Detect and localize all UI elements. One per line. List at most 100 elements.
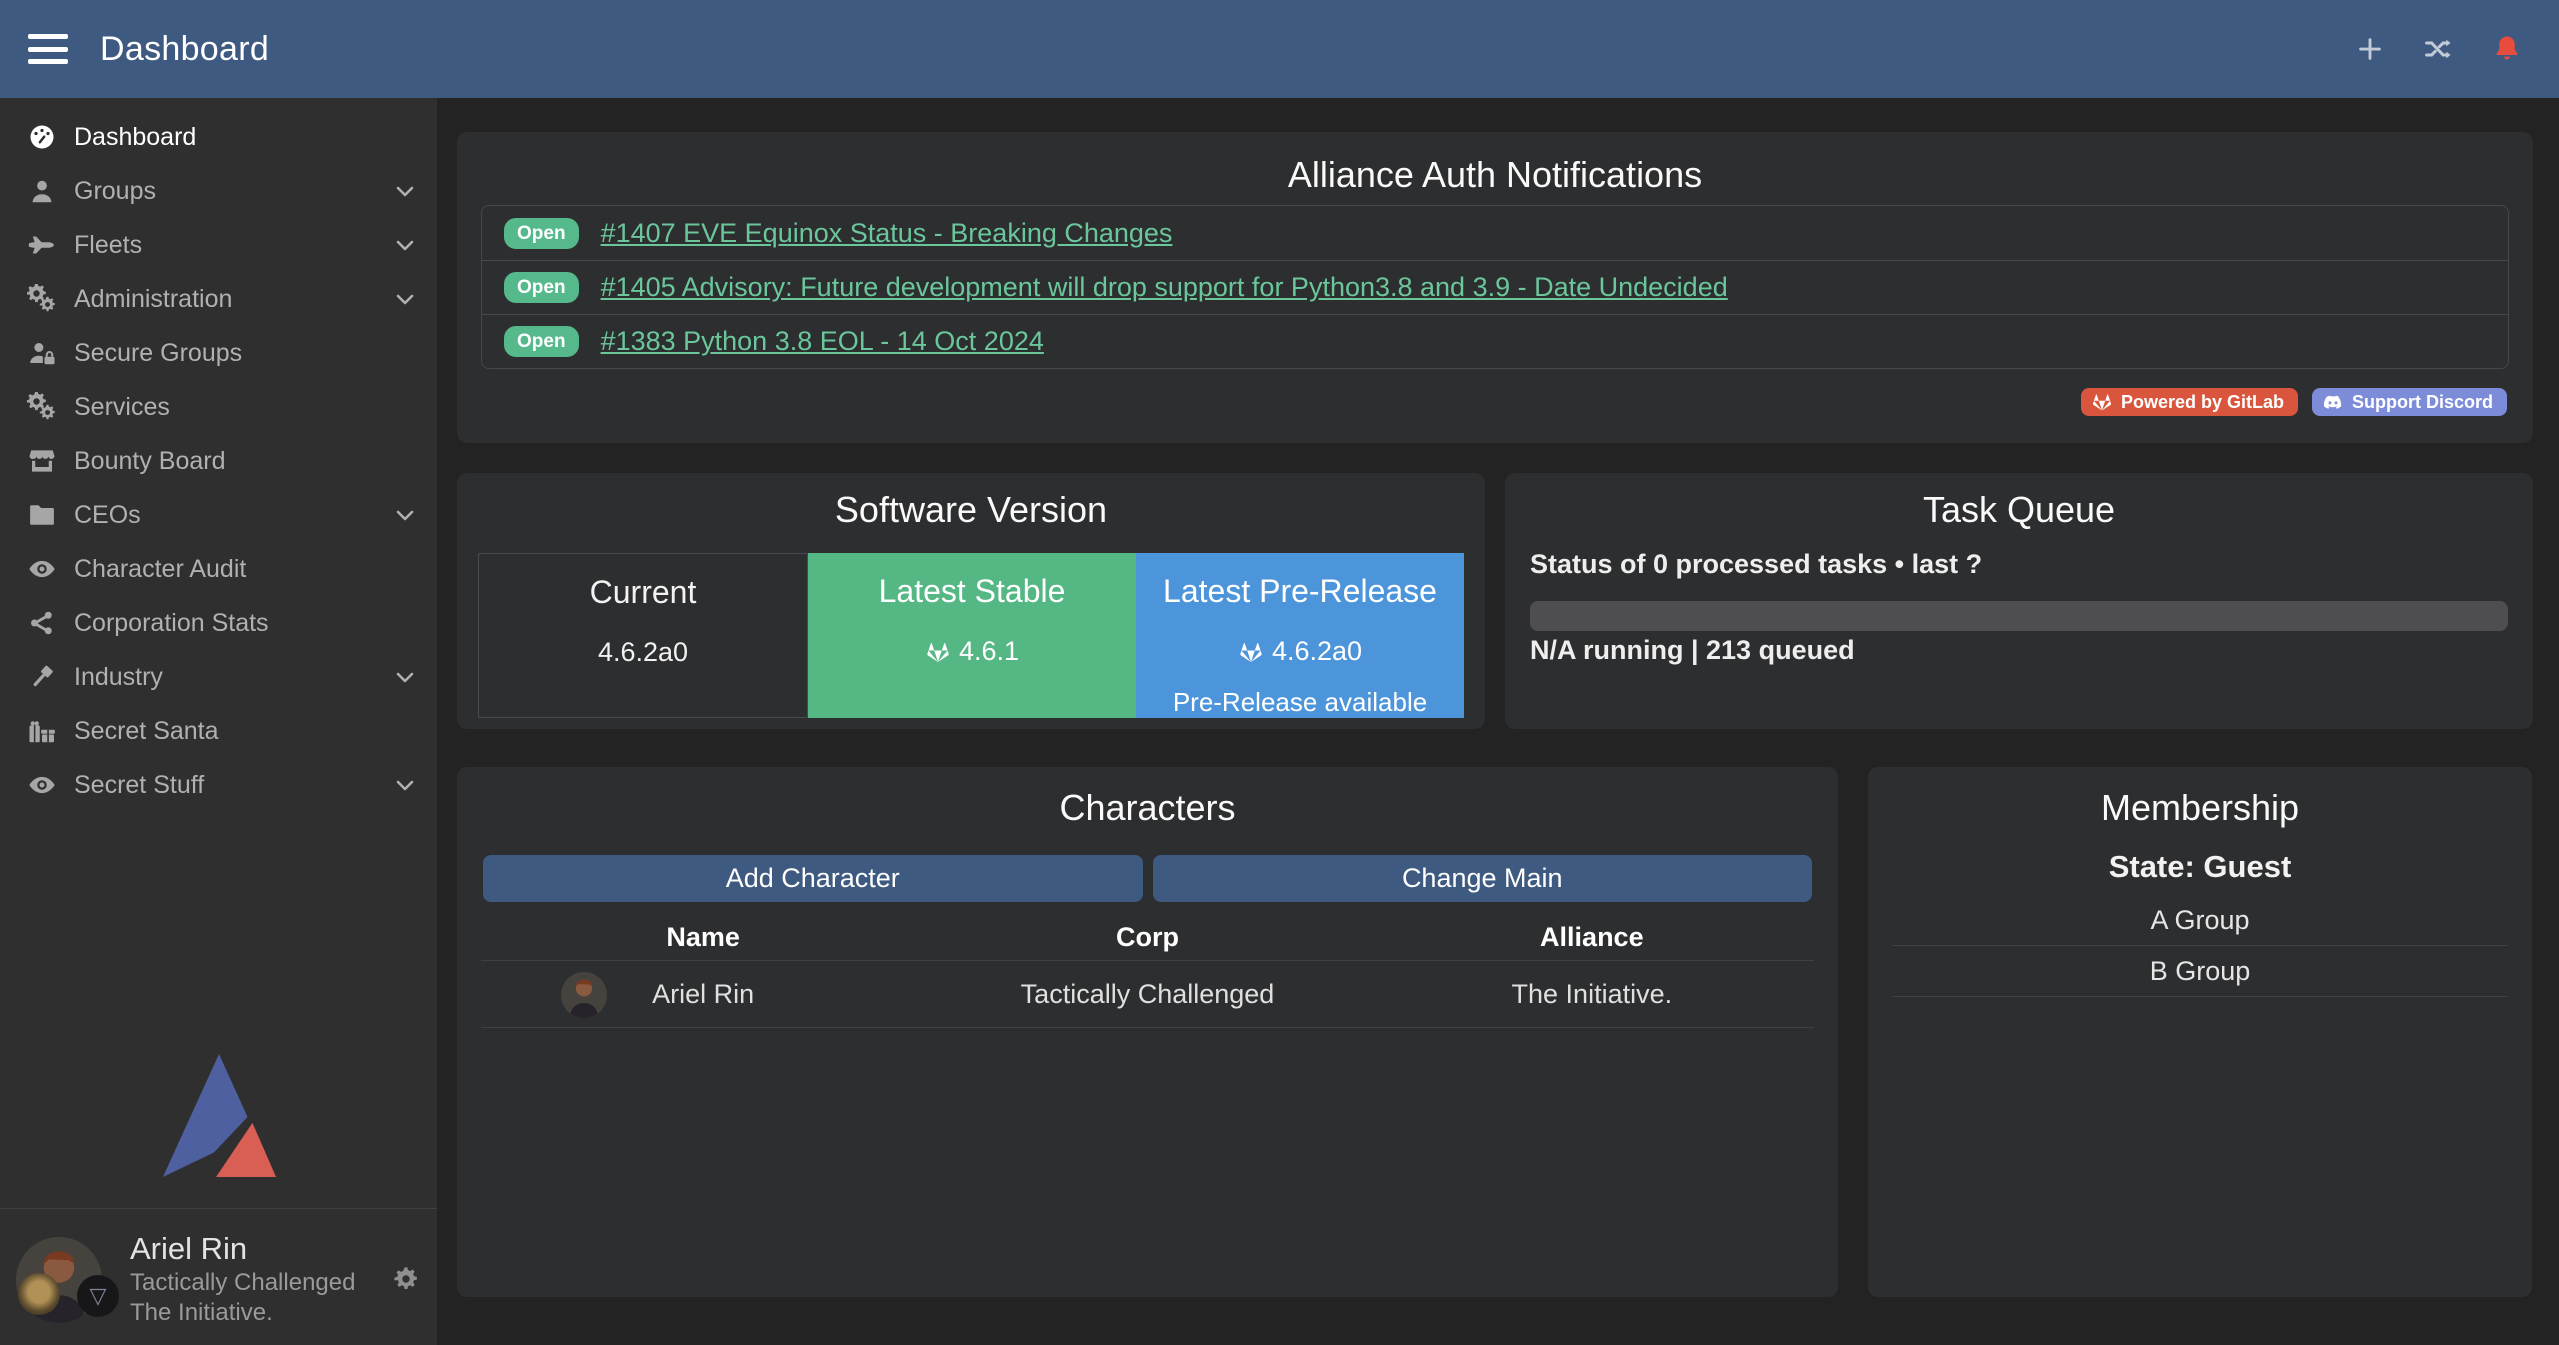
hamburger-menu-icon[interactable] <box>28 34 68 64</box>
sidebar-item-label: Secret Santa <box>74 717 219 746</box>
notification-link[interactable]: #1405 Advisory: Future development will … <box>601 272 1728 303</box>
top-navbar: Dashboard <box>0 0 2559 98</box>
notification-item: Open #1383 Python 3.8 EOL - 14 Oct 2024 <box>482 314 2508 368</box>
chevron-down-icon <box>393 503 417 527</box>
task-queue-status: Status of 0 processed tasks • last ? <box>1530 549 1982 580</box>
alliance-logo-badge: ▽ <box>77 1275 119 1317</box>
user-settings-gear-icon[interactable] <box>392 1265 420 1293</box>
sidebar-item-administration[interactable]: Administration <box>0 272 437 326</box>
notification-list: Open #1407 EVE Equinox Status - Breaking… <box>481 205 2509 369</box>
page-title: Dashboard <box>100 30 269 69</box>
sidebar-item-fleets[interactable]: Fleets <box>0 218 437 272</box>
notifications-title: Alliance Auth Notifications <box>457 154 2533 196</box>
hammer-icon <box>25 662 59 692</box>
sidebar-item-secret-stuff[interactable]: Secret Stuff <box>0 758 437 812</box>
sidebar-nav: Dashboard Groups Fleets Administrat <box>0 98 437 812</box>
version-heading: Current <box>479 574 807 611</box>
sidebar-item-label: Bounty Board <box>74 447 226 476</box>
sidebar-item-dashboard[interactable]: Dashboard <box>0 110 437 164</box>
plus-icon[interactable] <box>2355 34 2385 64</box>
gitlab-icon <box>1238 639 1264 665</box>
sidebar-item-label: Dashboard <box>74 123 196 152</box>
character-name: Ariel Rin <box>481 979 925 1010</box>
gitlab-badge-label: Powered by GitLab <box>2121 392 2284 413</box>
discord-badge[interactable]: Support Discord <box>2312 388 2507 416</box>
version-boxes: Current 4.6.2a0 Latest Stable 4.6.1 Late… <box>478 553 1464 718</box>
sidebar-item-label: Services <box>74 393 170 422</box>
sidebar-item-label: Corporation Stats <box>74 609 269 638</box>
version-heading: Latest Stable <box>808 573 1136 610</box>
version-number: 4.6.2a0 <box>598 637 688 668</box>
characters-actions: Add Character Change Main <box>483 855 1812 902</box>
chevron-down-icon <box>393 665 417 689</box>
status-badge: Open <box>504 218 579 249</box>
sidebar-item-groups[interactable]: Groups <box>0 164 437 218</box>
characters-table: Name Corp Alliance Ariel Rin Tactically … <box>481 915 1814 1028</box>
version-heading: Latest Pre-Release <box>1136 573 1464 610</box>
sidebar-item-character-audit[interactable]: Character Audit <box>0 542 437 596</box>
characters-table-header: Name Corp Alliance <box>481 915 1814 960</box>
store-icon <box>25 446 59 476</box>
software-version-panel: Software Version Current 4.6.2a0 Latest … <box>457 473 1485 729</box>
character-corp: Tactically Challenged <box>925 979 1369 1010</box>
task-queue-title: Task Queue <box>1505 489 2533 531</box>
eye-icon <box>25 770 59 800</box>
sidebar-item-services[interactable]: Services <box>0 380 437 434</box>
sidebar-item-industry[interactable]: Industry <box>0 650 437 704</box>
bell-icon[interactable] <box>2491 33 2523 65</box>
status-badge: Open <box>504 326 579 357</box>
membership-panel: Membership State: Guest A Group B Group <box>1868 767 2532 1297</box>
user-name: Ariel Rin <box>130 1231 247 1267</box>
share-nodes-icon <box>25 608 59 638</box>
user-corp: Tactically Challenged <box>130 1269 355 1297</box>
membership-title: Membership <box>1868 787 2532 829</box>
version-number: 4.6.1 <box>959 636 1019 667</box>
navbar-actions <box>2355 33 2559 65</box>
user-alliance: The Initiative. <box>130 1299 273 1327</box>
sidebar-item-label: CEOs <box>74 501 141 530</box>
gitlab-badge[interactable]: Powered by GitLab <box>2081 388 2298 416</box>
sidebar-item-label: Fleets <box>74 231 142 260</box>
user-lock-icon <box>25 338 59 368</box>
status-badge: Open <box>504 272 579 303</box>
group-item: A Group <box>1892 895 2508 946</box>
user-panel: ▽ Ariel Rin Tactically Challenged The In… <box>0 1209 437 1345</box>
version-current-box: Current 4.6.2a0 <box>478 553 808 718</box>
notifications-panel: Alliance Auth Notifications Open #1407 E… <box>457 132 2533 443</box>
sidebar-item-ceos[interactable]: CEOs <box>0 488 437 542</box>
gauge-icon <box>25 122 59 152</box>
column-header-alliance: Alliance <box>1370 922 1814 953</box>
chevron-down-icon <box>393 233 417 257</box>
user-icon <box>25 176 59 206</box>
external-badges: Powered by GitLab Support Discord <box>2081 388 2507 416</box>
notification-item: Open #1407 EVE Equinox Status - Breaking… <box>482 206 2508 260</box>
task-queue-progress-bar <box>1530 601 2508 631</box>
corp-logo-badge <box>18 1273 60 1315</box>
sidebar-item-secret-santa[interactable]: Secret Santa <box>0 704 437 758</box>
sidebar-item-label: Secret Stuff <box>74 771 204 800</box>
discord-icon <box>2322 391 2344 413</box>
column-header-corp: Corp <box>925 922 1369 953</box>
version-stable-box: Latest Stable 4.6.1 <box>808 553 1136 718</box>
gifts-icon <box>25 716 59 746</box>
notification-link[interactable]: #1407 EVE Equinox Status - Breaking Chan… <box>601 218 1173 249</box>
character-portrait <box>561 972 607 1018</box>
add-character-button[interactable]: Add Character <box>483 855 1143 902</box>
alliance-auth-logo <box>160 1050 278 1180</box>
column-header-name: Name <box>481 922 925 953</box>
characters-panel: Characters Add Character Change Main Nam… <box>457 767 1838 1297</box>
chevron-down-icon <box>393 287 417 311</box>
sidebar-item-secure-groups[interactable]: Secure Groups <box>0 326 437 380</box>
shuffle-icon[interactable] <box>2423 34 2453 64</box>
notification-link[interactable]: #1383 Python 3.8 EOL - 14 Oct 2024 <box>601 326 1044 357</box>
notification-item: Open #1405 Advisory: Future development … <box>482 260 2508 314</box>
characters-title: Characters <box>457 787 1838 829</box>
sidebar-item-corporation-stats[interactable]: Corporation Stats <box>0 596 437 650</box>
change-main-button[interactable]: Change Main <box>1153 855 1813 902</box>
task-queue-panel: Task Queue Status of 0 processed tasks •… <box>1505 473 2533 729</box>
membership-groups: A Group B Group <box>1892 895 2508 997</box>
sidebar-item-bounty-board[interactable]: Bounty Board <box>0 434 437 488</box>
gitlab-icon <box>2091 391 2113 413</box>
sidebar: Dashboard Groups Fleets Administrat <box>0 98 437 1345</box>
sidebar-item-label: Groups <box>74 177 156 206</box>
